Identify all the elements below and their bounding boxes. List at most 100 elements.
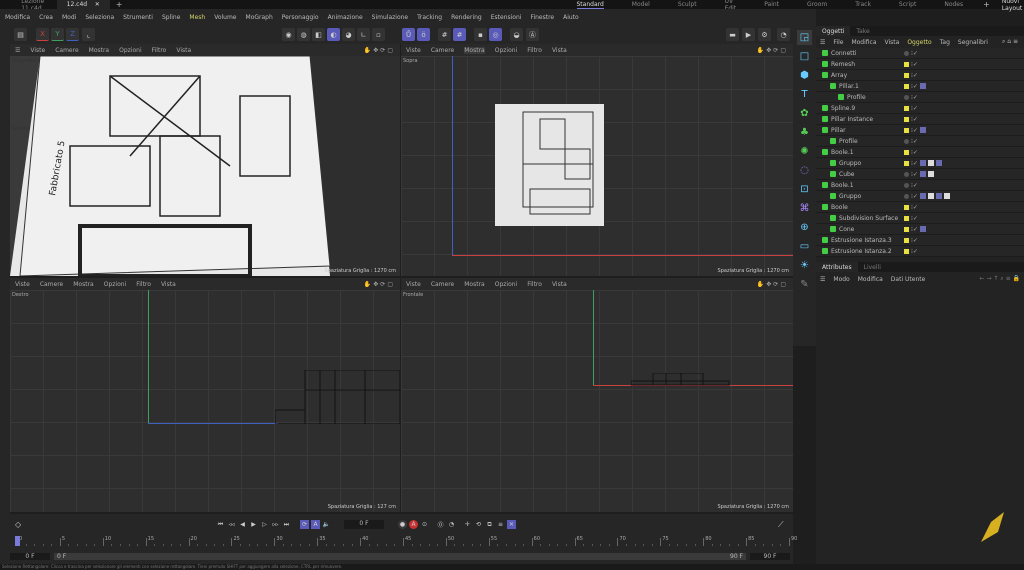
frame-ruler[interactable]: 0 5 10 15 20 25 30 35 40 45 50 55 60 65 70 75 80 85 90: [15, 536, 797, 550]
object-row[interactable]: Pillar Instance ⁝✓: [816, 114, 1024, 125]
viewport-menu-opzioni[interactable]: Opzioni: [495, 281, 518, 288]
layer-color-swatch[interactable]: [904, 204, 909, 210]
object-tag-icon[interactable]: [919, 226, 926, 232]
brush-icon[interactable]: ✎: [797, 277, 812, 292]
render-region-icon[interactable]: ▬: [726, 28, 739, 41]
start-frame-field[interactable]: 0 F: [10, 552, 50, 560]
visibility-check-icon[interactable]: ⁝✓: [911, 61, 918, 68]
object-name[interactable]: Boole: [831, 204, 903, 211]
visibility-check-icon[interactable]: ⁝✓: [911, 50, 918, 57]
viewport-menu-camere[interactable]: Camere: [40, 281, 63, 288]
lock-icon[interactable]: ▪: [474, 28, 487, 41]
menu-spline[interactable]: Spline: [162, 14, 180, 21]
points-mode-icon[interactable]: ◉: [282, 28, 295, 41]
visibility-check-icon[interactable]: ⁝✓: [911, 237, 918, 244]
layer-color-swatch[interactable]: [904, 237, 909, 243]
visibility-check-icon[interactable]: ⁝✓: [911, 204, 918, 211]
om-menu-vista[interactable]: Vista: [885, 39, 900, 46]
object-row[interactable]: Subdivision Surface ⁝✓: [816, 213, 1024, 224]
visibility-check-icon[interactable]: ⁝✓: [911, 193, 918, 200]
menu-tracking[interactable]: Tracking: [417, 14, 442, 21]
render-view-icon[interactable]: ▶: [742, 28, 755, 41]
viewport-menu-mostra[interactable]: Mostra: [464, 281, 484, 288]
viewport-menu-mostra[interactable]: Mostra: [89, 47, 109, 54]
tab-livelli[interactable]: Livelli: [858, 262, 887, 272]
visibility-check-icon[interactable]: ⁝✓: [911, 138, 918, 145]
layout-tab-uv-edit[interactable]: UV Edit: [725, 0, 737, 12]
object-row[interactable]: Cone ⁝✓: [816, 224, 1024, 235]
light-bulb-icon[interactable]: ☀: [797, 258, 812, 273]
om-menu-segnalibri[interactable]: Segnalibri: [958, 39, 988, 46]
file-tab-active[interactable]: Lezione 12.c4d * ✕: [56, 0, 110, 15]
viewport-menu-mostra[interactable]: Mostra: [464, 46, 485, 54]
layout-tab-groom[interactable]: Groom: [807, 0, 827, 9]
object-name[interactable]: Cone: [839, 226, 903, 233]
model-mode-icon[interactable]: ◐: [327, 28, 340, 41]
tab-attributes[interactable]: Attributes: [816, 262, 858, 272]
object-tag-icon[interactable]: [927, 171, 934, 177]
om-menu-tag[interactable]: Tag: [940, 39, 950, 46]
fps-icon[interactable]: A: [311, 520, 320, 529]
object-name[interactable]: Array: [831, 72, 903, 79]
layer-color-swatch[interactable]: [904, 83, 909, 89]
object-name[interactable]: Subdivision Surface: [839, 215, 903, 222]
viewport-menu-mostra[interactable]: Mostra: [73, 281, 93, 288]
field-icon[interactable]: ⊡: [797, 182, 812, 197]
visibility-check-icon[interactable]: ⁝✓: [911, 215, 918, 222]
layer-color-swatch[interactable]: [904, 116, 909, 122]
object-name[interactable]: Gruppo: [839, 193, 903, 200]
goto-end-icon[interactable]: ⏭: [282, 520, 291, 529]
attr-menu-modifica[interactable]: Modifica: [858, 276, 883, 283]
render-settings-icon[interactable]: ⚙: [758, 28, 771, 41]
object-tag-icon[interactable]: [935, 160, 942, 166]
visibility-check-icon[interactable]: ⁝✓: [911, 171, 918, 178]
object-tag-icon[interactable]: [919, 83, 926, 89]
object-name[interactable]: Pillar Instance: [831, 116, 903, 123]
menu-volume[interactable]: Volume: [214, 14, 236, 21]
attr-menu-dati-utente[interactable]: Dati Utente: [891, 276, 926, 283]
visibility-check-icon[interactable]: ⁝✓: [911, 127, 918, 134]
generator-icon[interactable]: ✿: [797, 106, 812, 121]
visibility-check-icon[interactable]: ⁝✓: [911, 72, 918, 79]
keyframe-icon[interactable]: ◇: [15, 520, 21, 529]
viewport-menu-opzioni[interactable]: Opzioni: [104, 281, 127, 288]
text-icon[interactable]: T: [797, 87, 812, 102]
hamburger-icon[interactable]: ☰: [15, 47, 20, 54]
keyframe-selection-icon[interactable]: ⊙: [420, 520, 429, 529]
layout-tab-track[interactable]: Track: [855, 0, 871, 9]
viewport-menu-viste[interactable]: Viste: [406, 281, 421, 288]
viewport-right[interactable]: Destro Spaziatura Griglia : 127 cm: [10, 290, 400, 512]
layer-color-swatch[interactable]: [904, 215, 909, 221]
viewport-menu-viste[interactable]: Viste: [15, 281, 30, 288]
viewport-perspective[interactable]: Fabbricato 5 Prospettiva Selezio Spaziat…: [10, 56, 400, 276]
move-icon[interactable]: ✛: [463, 520, 472, 529]
tweak-mode-icon[interactable]: ▫: [372, 28, 385, 41]
object-tag-icon[interactable]: [919, 171, 926, 177]
object-row[interactable]: Pillar.1 ⁝✓: [816, 81, 1024, 92]
object-row[interactable]: Boole.1 ⁝✓: [816, 147, 1024, 158]
viewport-nav-icons[interactable]: ✋✥⟳▢: [364, 47, 395, 54]
new-layout-button[interactable]: Nuovi Layout: [1002, 0, 1024, 12]
layer-color-swatch[interactable]: [904, 127, 909, 133]
object-tag-icon[interactable]: [919, 160, 926, 166]
current-frame-field[interactable]: 0 F: [344, 520, 384, 529]
camera-icon[interactable]: ◲: [797, 30, 812, 45]
layer-color-swatch[interactable]: [904, 248, 909, 254]
param-icon[interactable]: ≡: [496, 520, 505, 529]
object-name[interactable]: Boole.1: [831, 149, 903, 156]
visibility-check-icon[interactable]: ⁝✓: [911, 182, 918, 189]
range-slider[interactable]: 0 F 90 F: [54, 552, 746, 560]
menu-finestre[interactable]: Finestre: [530, 14, 554, 21]
viewport-menu-viste[interactable]: Viste: [30, 47, 45, 54]
workplane-icon[interactable]: #: [438, 28, 451, 41]
sound-icon[interactable]: 🔈: [322, 520, 331, 529]
menu-strumenti[interactable]: Strumenti: [123, 14, 153, 21]
object-name[interactable]: Cube: [839, 171, 903, 178]
polygons-mode-icon[interactable]: ◧: [312, 28, 325, 41]
axis-mode-icon[interactable]: ∟: [357, 28, 370, 41]
attr-nav-icons[interactable]: ← → ↑ ⌕ ≡ 🔒: [980, 275, 1020, 283]
viewport-nav-icons[interactable]: ✋✥⟳▢: [757, 47, 788, 54]
object-row[interactable]: Array ⁝✓: [816, 70, 1024, 81]
layer-color-swatch[interactable]: [904, 193, 909, 199]
layout-tab-nodes[interactable]: Nodes: [944, 0, 963, 9]
